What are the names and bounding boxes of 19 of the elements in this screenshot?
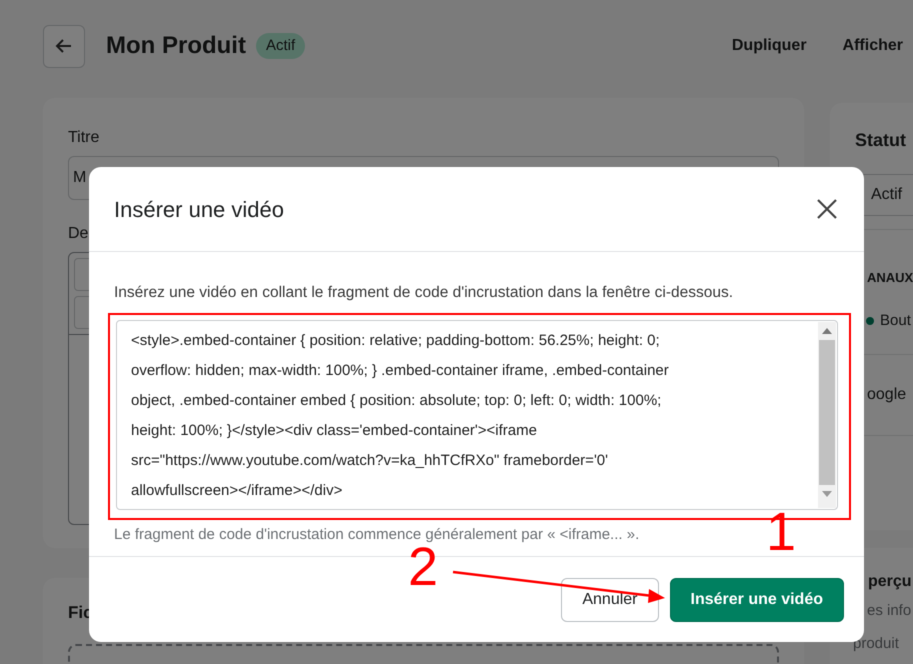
preview-text: es info <box>867 601 912 621</box>
preview-title: perçu <box>868 572 912 592</box>
page-action-link[interactable]: Afficher <box>842 34 903 58</box>
status-badge: Actif <box>256 32 306 60</box>
instruction-text: Insérez une vidéo en collant le fragment de code d'incrustation dans la fenêtre ci-dessous. <box>114 283 734 303</box>
preview-text: produit <box>853 634 899 654</box>
title-label: Titre <box>68 128 100 148</box>
channel-label: Bout <box>880 310 911 330</box>
cancel-button[interactable]: Annuler <box>561 578 658 622</box>
code-field[interactable]: <style>.embed-container { position: relative; padding-bottom: 56.25%; height: 0; overflow: hidden; max-width: 100%; } .embed-container iframe, .embed-container object, .embed-container embed { position: absolute; top: 0; left: 0; width: 100%; height: 100%; }</style><div class='embed-container'><iframe src="https://www.youtube.com/watch?v=ka_hhTCfRXo" frameborder='0' allowfullscreen></iframe></div> <box>116 320 838 510</box>
google-section-title: oogle <box>867 385 906 405</box>
insert-video-button[interactable]: Insérer une vidéo <box>670 578 844 622</box>
product-title: Mon Produit <box>106 31 246 61</box>
description-label: De <box>68 224 90 244</box>
page-action-link[interactable]: Dupliquer <box>732 34 807 58</box>
hint-text: Le fragment de code d'incrustation commence généralement par « <iframe... ». <box>114 525 640 546</box>
channels-heading: ANAUX <box>867 269 913 287</box>
status-title: Statut <box>855 129 907 152</box>
dialog-title: Insérer une vidéo <box>114 196 284 224</box>
